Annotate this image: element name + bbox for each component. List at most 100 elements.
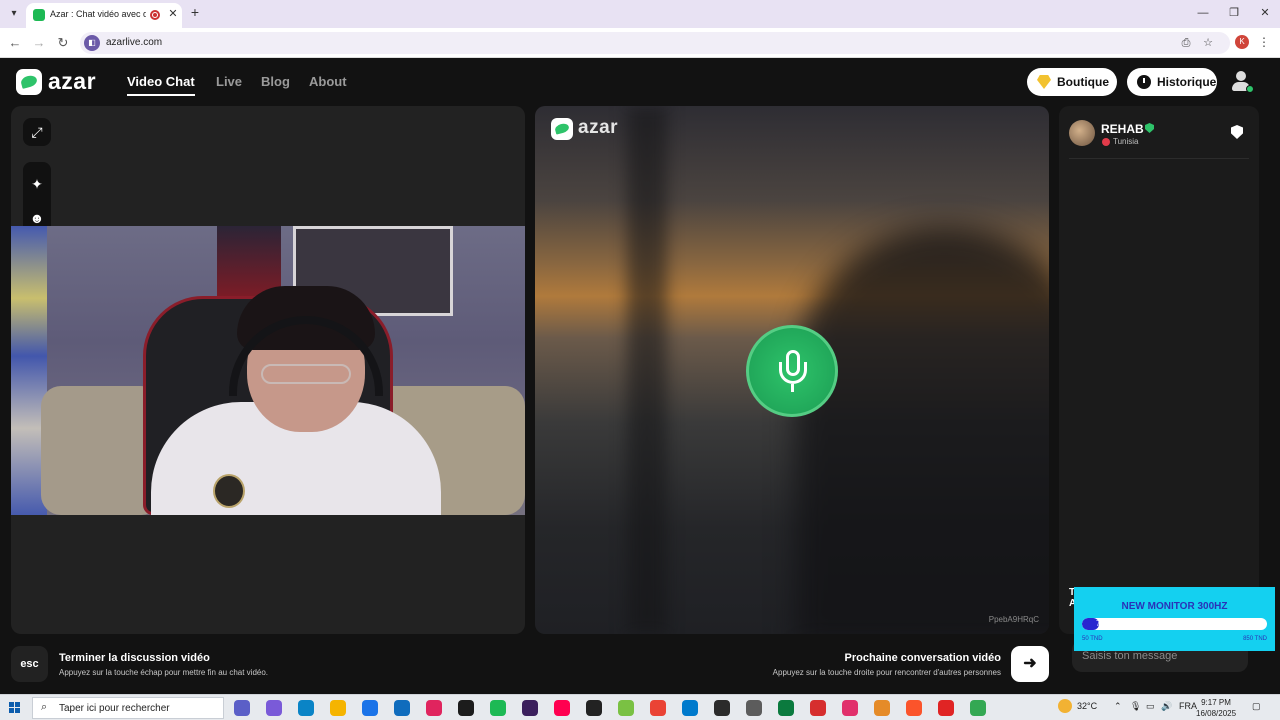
- nav-video-chat[interactable]: Video Chat: [127, 74, 195, 89]
- weather-temperature[interactable]: 32°C: [1077, 701, 1097, 711]
- shop-button[interactable]: Boutique: [1027, 68, 1117, 96]
- site-info-icon[interactable]: ◧: [84, 35, 100, 51]
- expand-icon: ⤢: [31, 124, 43, 140]
- taskbar-search-placeholder: Taper ici pour rechercher: [59, 703, 170, 714]
- self-video-panel: ⤢ ✦ ☻: [11, 106, 525, 634]
- new-tab-plus-icon[interactable]: +: [188, 5, 202, 19]
- gem-icon: [1037, 75, 1051, 89]
- nav-live[interactable]: Live: [216, 74, 242, 89]
- taskbar-app-icon[interactable]: [842, 700, 858, 716]
- browser-tab-azar[interactable]: Azar : Chat vidéo avec de nouvelles pers…: [26, 3, 182, 28]
- azar-watermark-mark-icon: [551, 118, 573, 140]
- microphone-icon: [746, 325, 838, 417]
- back-arrow-icon[interactable]: ←: [7, 35, 23, 51]
- search-icon: ⌕: [41, 701, 48, 713]
- taskbar-app-icon[interactable]: [394, 700, 410, 716]
- end-chat-esc-button[interactable]: esc: [11, 646, 48, 682]
- tab-search-chevron-icon[interactable]: ▾: [6, 6, 22, 22]
- recording-indicator-icon: [150, 10, 160, 20]
- taskbar-app-icon[interactable]: [266, 700, 282, 716]
- taskbar-app-icon[interactable]: [426, 700, 442, 716]
- online-badge: [1246, 85, 1254, 93]
- taskbar-app-icon[interactable]: [874, 700, 890, 716]
- partner-avatar[interactable]: [1069, 120, 1095, 146]
- ad-min-price: 50 TND: [1082, 636, 1103, 642]
- partner-video-panel: azar PpebA9HRqC: [535, 106, 1049, 634]
- ad-progress-value: 7: [1096, 619, 1101, 628]
- azar-favicon-icon: [33, 9, 45, 21]
- weather-icon[interactable]: [1058, 699, 1072, 713]
- verified-shield-icon: [1145, 123, 1154, 133]
- tunisia-flag-icon: [1102, 138, 1110, 146]
- partner-session-id: PpebA9HRqC: [988, 615, 1039, 624]
- browser-profile-avatar[interactable]: K: [1235, 35, 1249, 49]
- reload-icon[interactable]: ↻: [55, 35, 71, 51]
- taskbar-app-icon[interactable]: [714, 700, 730, 716]
- tab-title: Azar : Chat vidéo avec de nouvelles pers…: [50, 9, 146, 19]
- sparkle-effects-icon[interactable]: ✦: [23, 170, 51, 198]
- expand-button[interactable]: ⤢: [23, 118, 51, 146]
- taskbar-clock[interactable]: 9:17 PM 16/08/2025: [1196, 697, 1236, 719]
- self-camera-feed: [11, 226, 525, 515]
- tray-overflow-chevron-icon[interactable]: ⌃: [1114, 701, 1122, 712]
- window-restore-icon[interactable]: ❐: [1227, 6, 1241, 20]
- history-button-label: Historique: [1157, 75, 1217, 89]
- taskbar-app-icon[interactable]: [362, 700, 378, 716]
- taskbar-app-icon[interactable]: [906, 700, 922, 716]
- notifications-icon[interactable]: ▢: [1252, 701, 1261, 712]
- taskbar-app-icon[interactable]: [810, 700, 826, 716]
- next-chat-title: Prochaine conversation vidéo: [844, 652, 1002, 664]
- taskbar-app-icon[interactable]: [650, 700, 666, 716]
- partner-name: REHAB: [1101, 122, 1144, 136]
- taskbar-app-icon[interactable]: [970, 700, 986, 716]
- browser-menu-kebab-icon[interactable]: ⋮: [1258, 35, 1270, 49]
- history-button[interactable]: Historique: [1127, 68, 1217, 96]
- ad-max-price: 850 TND: [1243, 636, 1267, 642]
- chat-panel: REHAB Tunisia: [1059, 106, 1259, 634]
- report-shield-icon[interactable]: [1231, 125, 1243, 139]
- taskbar-app-icon[interactable]: [618, 700, 634, 716]
- clock-icon: [1137, 75, 1151, 89]
- effects-toolbar: ✦ ☻: [23, 162, 51, 234]
- ad-progress-bar: 7: [1082, 618, 1267, 630]
- network-icon[interactable]: ▭: [1146, 701, 1155, 712]
- window-close-icon[interactable]: ✕: [1258, 6, 1272, 20]
- next-chat-button[interactable]: ➜: [1011, 646, 1049, 682]
- taskbar-app-icon[interactable]: [458, 700, 474, 716]
- nav-about[interactable]: About: [309, 74, 347, 89]
- nav-blog[interactable]: Blog: [261, 74, 290, 89]
- browser-tab-bar: ▾ Azar : Chat vidéo avec de nouvelles pe…: [0, 0, 1280, 28]
- taskbar-app-icon[interactable]: [938, 700, 954, 716]
- taskbar-app-icon[interactable]: [522, 700, 538, 716]
- taskbar-app-icon[interactable]: [490, 700, 506, 716]
- language-indicator[interactable]: FRA: [1179, 701, 1197, 711]
- arrow-right-icon: ➜: [1023, 655, 1037, 672]
- address-url: azarlive.com: [106, 37, 163, 48]
- taskbar-app-icon[interactable]: [330, 700, 346, 716]
- microphone-tray-icon[interactable]: 🎙: [1130, 701, 1141, 712]
- tab-close-icon[interactable]: ✕: [166, 7, 180, 21]
- window-minimize-icon[interactable]: —: [1196, 6, 1210, 20]
- taskbar-app-icon[interactable]: [234, 700, 250, 716]
- azar-logo-mark-icon: [16, 69, 42, 95]
- taskbar-app-icon[interactable]: [298, 700, 314, 716]
- ad-title: NEW MONITOR 300HZ: [1121, 601, 1228, 612]
- bookmark-star-icon[interactable]: ☆: [1200, 35, 1216, 51]
- user-avatar-icon[interactable]: [1230, 70, 1254, 93]
- taskbar-app-icon[interactable]: [778, 700, 794, 716]
- install-app-icon[interactable]: ⎙: [1178, 35, 1194, 51]
- taskbar-app-icon[interactable]: [586, 700, 602, 716]
- end-chat-hint: Appuyez sur la touche échap pour mettre …: [59, 668, 269, 677]
- volume-icon[interactable]: 🔊: [1161, 701, 1172, 712]
- end-chat-title: Terminer la discussion vidéo: [59, 652, 210, 664]
- taskbar-app-icon[interactable]: [682, 700, 698, 716]
- taskbar-search[interactable]: ⌕ Taper ici pour rechercher: [32, 697, 224, 719]
- windows-taskbar: ⌕ Taper ici pour rechercher 32°C ⌃ 🎙 ▭ 🔊…: [0, 694, 1280, 720]
- taskbar-app-icon[interactable]: [554, 700, 570, 716]
- monitor-ad-overlay[interactable]: NEW MONITOR 300HZ 7 50 TND 850 TND: [1074, 587, 1275, 651]
- taskbar-app-icon[interactable]: [746, 700, 762, 716]
- address-bar[interactable]: ◧ azarlive.com ⎙ ☆: [80, 32, 1230, 54]
- windows-start-icon[interactable]: [9, 702, 21, 714]
- partner-country: Tunisia: [1113, 137, 1139, 146]
- forward-arrow-icon[interactable]: →: [31, 35, 47, 51]
